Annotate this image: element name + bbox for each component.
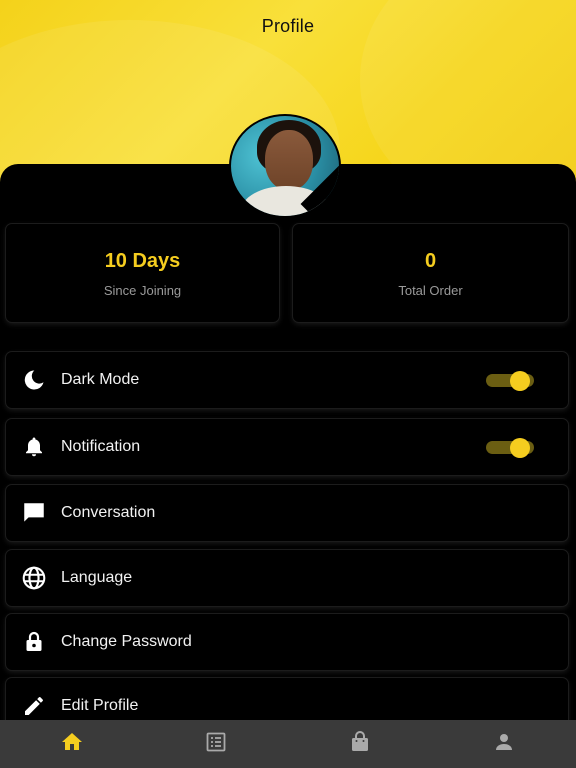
- stat-card-days: 10 Days Since Joining: [6, 224, 279, 322]
- nav-shop[interactable]: [340, 724, 380, 764]
- menu-item-label: Conversation: [61, 504, 156, 521]
- menu-item-change-password[interactable]: Change Password: [6, 614, 568, 670]
- menu-item-label: Language: [61, 569, 133, 586]
- menu-item-label: Edit Profile: [61, 697, 139, 714]
- stat-value: 0: [424, 250, 437, 272]
- pencil-icon: [20, 692, 48, 720]
- avatar[interactable]: [229, 114, 341, 218]
- lock-icon: [20, 628, 48, 656]
- person-icon: [492, 730, 516, 759]
- menu-item-label: Notification: [61, 438, 141, 455]
- page-title: Profile: [261, 16, 315, 36]
- bag-icon: [348, 730, 372, 759]
- bottom-navigation: [0, 720, 576, 768]
- stat-card-orders: 0 Total Order: [293, 224, 568, 322]
- stat-value: 10 Days: [104, 250, 181, 272]
- home-icon: [60, 730, 84, 759]
- bell-icon: [20, 433, 48, 461]
- nav-orders[interactable]: [196, 724, 236, 764]
- nav-profile[interactable]: [484, 724, 524, 764]
- menu-item-label: Change Password: [61, 633, 192, 650]
- globe-icon: [20, 564, 48, 592]
- nav-home[interactable]: [52, 724, 92, 764]
- menu-item-label: Dark Mode: [61, 371, 140, 388]
- stat-label: Total Order: [398, 283, 463, 298]
- chat-icon: [20, 499, 48, 527]
- menu-item-notification[interactable]: Notification: [6, 419, 568, 475]
- moon-icon: [20, 366, 48, 394]
- stat-label: Since Joining: [103, 283, 182, 298]
- menu-item-language[interactable]: Language: [6, 550, 568, 606]
- menu-item-conversation[interactable]: Conversation: [6, 485, 568, 541]
- stats-row: 10 Days Since Joining 0 Total Order: [6, 224, 568, 322]
- notification-toggle[interactable]: [486, 438, 538, 458]
- list-icon: [204, 730, 228, 759]
- menu-item-dark-mode[interactable]: Dark Mode: [6, 352, 568, 408]
- dark-mode-toggle[interactable]: [486, 371, 538, 391]
